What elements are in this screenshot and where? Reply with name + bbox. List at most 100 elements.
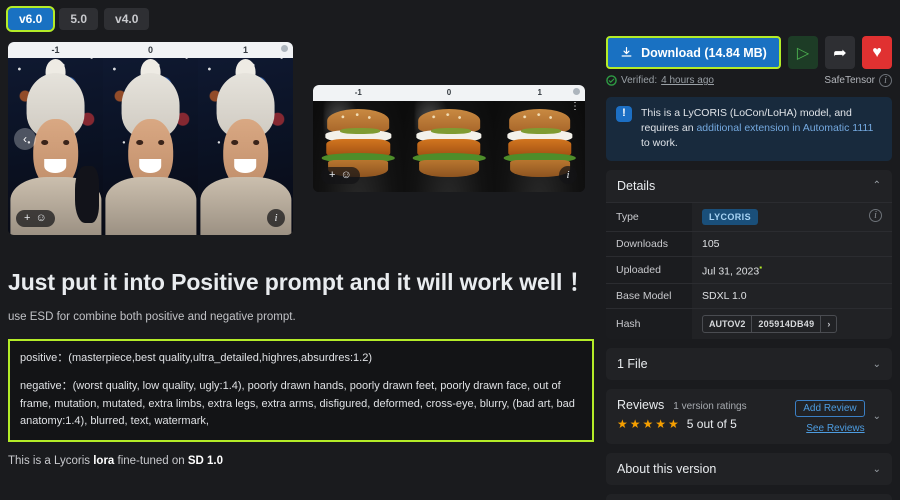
version-tab-v4[interactable]: v4.0	[104, 8, 150, 30]
reaction-pill[interactable]: + ☺	[321, 167, 360, 184]
run-model-button[interactable]: ▷	[788, 36, 818, 69]
reviews-count: 1 version ratings	[673, 401, 747, 413]
about-version-header[interactable]: About this version ⌄	[606, 453, 892, 485]
chevron-down-icon[interactable]: ⌄	[873, 464, 881, 475]
primary-image-carousel[interactable]: -1 0 1 ‹ + ☺ i	[8, 42, 293, 235]
table-row: Hash AUTOV2 205914DB49 ›	[606, 308, 892, 340]
smiley-icon[interactable]: ☺	[35, 213, 46, 224]
description-subline: use ESD for combine both positive and ne…	[8, 311, 296, 324]
primary-frame-2	[103, 42, 198, 235]
reviews-actions: Add Review See Reviews	[795, 398, 865, 434]
table-row: Type LYCORIS i	[606, 202, 892, 232]
smile	[234, 159, 257, 174]
verified-label: Verified:	[621, 75, 658, 86]
eye-left	[231, 140, 238, 145]
image-info-icon[interactable]: i	[559, 166, 577, 184]
chevron-up-icon[interactable]: ⌃	[873, 180, 881, 191]
ruler-tick-minus1: -1	[354, 88, 362, 97]
footnote-prefix: This is a Lycoris	[8, 454, 94, 467]
verified-shield-icon	[606, 75, 617, 86]
files-panel-header[interactable]: 1 File ⌄	[606, 348, 892, 380]
see-reviews-link[interactable]: See Reviews	[795, 423, 864, 434]
ruler-tick-zero: 0	[147, 44, 153, 55]
pickle	[340, 127, 381, 135]
notice-text: This is a LyCORIS (LoCon/LoHA) model, an…	[641, 106, 882, 152]
hash-chip[interactable]: AUTOV2 205914DB49 ›	[702, 315, 838, 334]
version-tab-5[interactable]: 5.0	[59, 8, 99, 30]
details-table: Type LYCORIS i Downloads 105 Uploaded Ju…	[606, 202, 892, 340]
reviews-summary: Reviews 1 version ratings ★★★★★ 5 out of…	[617, 398, 787, 431]
eye-left	[136, 140, 143, 145]
detail-value-hash: AUTOV2 205914DB49 ›	[692, 309, 892, 340]
download-button[interactable]: Download (14.84 MB)	[606, 36, 781, 69]
creator-row: bdsqlsz #8 Follow	[606, 494, 892, 500]
verification-row: Verified: 4 hours ago SafeTensor i	[606, 74, 892, 87]
files-panel: 1 File ⌄	[606, 348, 892, 381]
sesame-seeds	[331, 110, 386, 124]
extension-link[interactable]: additional extension in Automatic 1111	[696, 122, 873, 134]
table-row: Uploaded Jul 31, 2023▪	[606, 256, 892, 284]
eye-right	[63, 140, 70, 145]
ruler-tick-one: 1	[242, 44, 248, 55]
eye-right	[158, 140, 165, 145]
secondary-image-carousel[interactable]: -1 0 1 ⋮ + ☺ i	[313, 85, 585, 192]
detail-key-downloads: Downloads	[606, 231, 692, 257]
status-badge: LYCORIS	[702, 208, 758, 225]
type-info-icon[interactable]: i	[869, 208, 882, 222]
verified-timestamp[interactable]: 4 hours ago	[661, 75, 714, 86]
primary-frames	[8, 42, 293, 235]
verified-status: Verified: 4 hours ago	[606, 75, 714, 86]
lycoris-notice-banner: ! This is a LyCORIS (LoCon/LoHA) model, …	[606, 97, 892, 161]
version-tab-v6[interactable]: v6.0	[5, 6, 56, 32]
table-row: Downloads 105	[606, 231, 892, 257]
version-tabs: v6.0 5.0 v4.0	[0, 0, 600, 36]
description-footnote: This is a Lycoris lora fine-tuned on SD …	[8, 455, 594, 467]
secondary-carousel-ruler: -1 0 1	[313, 85, 585, 101]
details-panel-header[interactable]: Details ⌃	[606, 170, 892, 202]
add-reaction-icon[interactable]: +	[24, 213, 30, 224]
model-page: v6.0 5.0 v4.0 -1 0 1 ‹ + ☺ i -1 0 1 ⋮ + …	[0, 0, 900, 500]
positive-prompt-text: positive：(masterpiece,best quality,ultra…	[20, 352, 372, 365]
ruler-tick-minus1: -1	[51, 44, 60, 55]
uploaded-date: Jul 31, 2023	[702, 265, 760, 278]
download-button-label: Download (14.84 MB)	[641, 45, 767, 60]
ruler-handle[interactable]	[281, 45, 288, 52]
reviews-heading-row: Reviews 1 version ratings	[617, 398, 787, 412]
hash-algorithm: AUTOV2	[709, 319, 746, 330]
reaction-pill[interactable]: + ☺	[16, 210, 55, 227]
safetensor-info-icon[interactable]: i	[879, 74, 892, 87]
ruler-tick-one: 1	[537, 88, 542, 97]
eye-left	[41, 140, 48, 145]
share-button[interactable]: ➦	[825, 36, 855, 69]
chevron-down-icon[interactable]: ⌄	[873, 359, 881, 370]
hash-value: 205914DB49	[751, 316, 820, 333]
image-info-icon[interactable]: i	[267, 209, 285, 227]
sesame-seeds	[421, 110, 477, 124]
detail-key-basemodel: Base Model	[606, 283, 692, 309]
more-options-icon[interactable]: ⋮	[570, 102, 580, 112]
winter-scene-2	[103, 42, 198, 235]
chevron-down-icon[interactable]: ⌄	[873, 411, 881, 422]
reviews-panel: Reviews 1 version ratings ★★★★★ 5 out of…	[606, 389, 892, 445]
notice-text-after: to work.	[641, 137, 678, 150]
detail-value-basemodel: SDXL 1.0	[702, 290, 747, 303]
smiley-icon[interactable]: ☺	[340, 170, 351, 181]
left-column: v6.0 5.0 v4.0 -1 0 1 ‹ + ☺ i -1 0 1 ⋮ + …	[0, 0, 600, 500]
negative-prompt-text: negative：(worst quality, low quality, ug…	[20, 380, 575, 427]
burger-scene-2	[403, 85, 495, 192]
rating-row: ★★★★★ 5 out of 5	[617, 417, 787, 431]
carousel-prev-button[interactable]: ‹	[14, 127, 36, 150]
ruler-handle[interactable]	[573, 88, 580, 95]
add-review-button[interactable]: Add Review	[795, 400, 865, 418]
chevron-right-icon[interactable]: ›	[820, 316, 836, 333]
safetensor-label: SafeTensor	[824, 75, 875, 86]
detail-key-type: Type	[606, 202, 692, 232]
add-reaction-icon[interactable]: +	[329, 170, 335, 181]
primary-carousel-ruler: -1 0 1	[8, 42, 293, 58]
favorite-button[interactable]: ♥	[862, 36, 892, 69]
pickle	[430, 127, 471, 135]
about-version-title: About this version	[617, 462, 717, 477]
files-panel-title: 1 File	[617, 357, 648, 372]
right-sidebar: Download (14.84 MB) ▷ ➦ ♥ Verified: 4 ho…	[606, 0, 900, 500]
winter-scene-3	[198, 42, 293, 235]
